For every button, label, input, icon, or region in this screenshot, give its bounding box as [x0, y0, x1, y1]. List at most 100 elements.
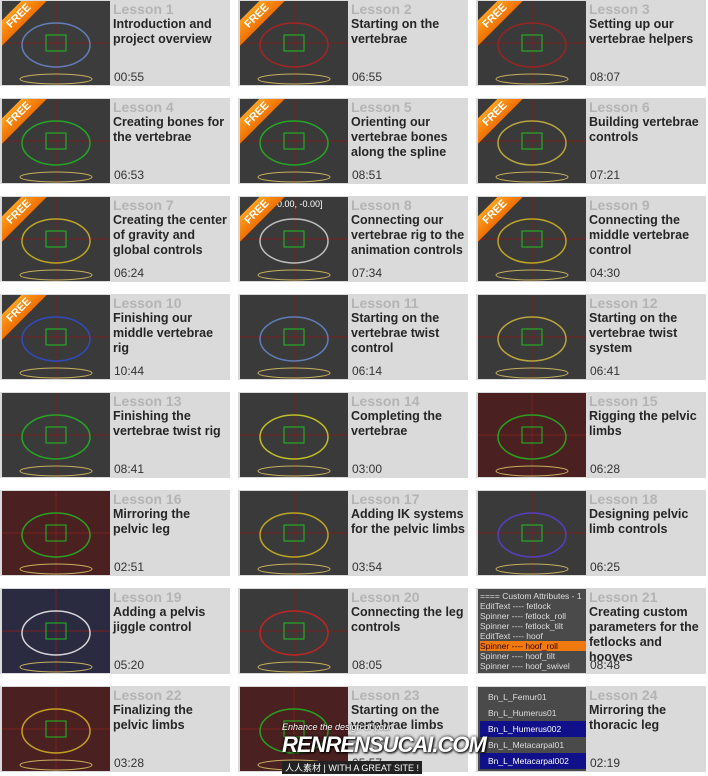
- lesson-title[interactable]: Building vertebrae controls: [589, 115, 704, 145]
- lesson-title[interactable]: Finalizing the pelvic limbs: [113, 703, 228, 733]
- lesson-card[interactable]: FREE Lesson 1 Introduction and project ove…: [0, 0, 230, 86]
- lesson-thumbnail[interactable]: [240, 393, 348, 477]
- lesson-card[interactable]: FREE Lesson 10 Finishing our middle verteb…: [0, 294, 230, 380]
- lesson-thumbnail[interactable]: FREE: [478, 1, 586, 85]
- lesson-card[interactable]: Lesson 17 Adding IK systems for the pelvi…: [238, 490, 468, 576]
- lesson-title[interactable]: Rigging the pelvic limbs: [589, 409, 704, 439]
- lesson-card[interactable]: FREE Lesson 7 Creating the center of gravi…: [0, 196, 230, 282]
- lesson-card[interactable]: Lesson 19 Adding a pelvis jiggle control 0…: [0, 588, 230, 674]
- thumbnail-list-item: ==== Custom Attributes - 1: [480, 591, 582, 601]
- lesson-title[interactable]: Adding IK systems for the pelvic limbs: [351, 507, 466, 537]
- lesson-number: Lesson 23: [351, 687, 420, 703]
- lesson-card[interactable]: FREE Lesson 6 Building vertebrae controls 0…: [476, 98, 706, 184]
- coordinate-readout: -0.00, -0.00]: [274, 199, 323, 209]
- viewport-wireframe: [478, 295, 586, 379]
- lesson-card[interactable]: FREE Lesson 5 Orienting our vertebrae bone…: [238, 98, 468, 184]
- lesson-title[interactable]: Designing pelvic limb controls: [589, 507, 704, 537]
- lesson-title[interactable]: Finishing our middle vertebrae rig: [113, 311, 228, 356]
- lesson-thumbnail[interactable]: FREE: [240, 1, 348, 85]
- lesson-thumbnail[interactable]: FREE: [2, 99, 110, 183]
- lesson-duration: 04:30: [590, 266, 621, 280]
- lesson-number: Lesson 20: [351, 589, 420, 605]
- watermark-tagline: Enhance the design of your: [282, 722, 392, 732]
- lesson-thumbnail[interactable]: FREE: [2, 295, 110, 379]
- thumbnail-list-item: Bn_L_Femur01: [488, 692, 547, 702]
- lesson-thumbnail[interactable]: FREE: [240, 99, 348, 183]
- lesson-thumbnail[interactable]: [478, 295, 586, 379]
- lesson-number: Lesson 21: [589, 589, 658, 605]
- lesson-title[interactable]: Creating bones for the vertebrae: [113, 115, 228, 145]
- lesson-title[interactable]: Introduction and project overview: [113, 17, 228, 47]
- lesson-duration: 06:24: [114, 266, 145, 280]
- lesson-thumbnail[interactable]: [240, 491, 348, 575]
- lesson-title[interactable]: Setting up our vertebrae helpers: [589, 17, 704, 47]
- lesson-duration: 06:14: [352, 364, 383, 378]
- lesson-card[interactable]: FREE Lesson 9 Connecting the middle verteb…: [476, 196, 706, 282]
- lesson-card[interactable]: FREE Lesson 3 Setting up our vertebrae hel…: [476, 0, 706, 86]
- lesson-thumbnail[interactable]: FREE: [478, 99, 586, 183]
- lesson-card[interactable]: Lesson 14 Completing the vertebrae 03:00: [238, 392, 468, 478]
- lesson-card[interactable]: Lesson 15 Rigging the pelvic limbs 06:28: [476, 392, 706, 478]
- lesson-duration: 03:54: [352, 560, 383, 574]
- lesson-thumbnail[interactable]: [478, 393, 586, 477]
- lesson-thumbnail[interactable]: -0.00, -0.00] FREE: [240, 197, 348, 281]
- lesson-card[interactable]: -0.00, -0.00] FREE Lesson 8 Connecting our …: [238, 196, 468, 282]
- viewport-wireframe: [478, 491, 586, 575]
- lesson-title[interactable]: Connecting the middle vertebrae control: [589, 213, 704, 258]
- viewport-wireframe: [240, 589, 348, 673]
- lesson-card[interactable]: Lesson 18 Designing pelvic limb controls 0…: [476, 490, 706, 576]
- lesson-card[interactable]: Lesson 11 Starting on the vertebrae twist…: [238, 294, 468, 380]
- lesson-thumbnail[interactable]: FREE: [478, 197, 586, 281]
- lesson-title[interactable]: Mirroring the pelvic leg: [113, 507, 228, 537]
- lesson-thumbnail[interactable]: [478, 491, 586, 575]
- lesson-title[interactable]: Creating the center of gravity and globa…: [113, 213, 228, 258]
- lesson-card[interactable]: Lesson 13 Finishing the vertebrae twist r…: [0, 392, 230, 478]
- viewport-wireframe: [2, 589, 110, 673]
- lesson-card[interactable]: FREE Lesson 2 Starting on the vertebrae 06:…: [238, 0, 468, 86]
- lesson-thumbnail[interactable]: [240, 589, 348, 673]
- lesson-thumbnail[interactable]: Bn_L_Femur01 Bn_L_Humerus01 Bn_L_Humerus00…: [478, 687, 586, 771]
- lesson-duration: 08:05: [352, 658, 383, 672]
- lesson-title[interactable]: Creating custom parameters for the fetlo…: [589, 605, 704, 665]
- lesson-duration: 03:00: [352, 462, 383, 476]
- lesson-number: Lesson 7: [113, 197, 174, 213]
- lesson-thumbnail[interactable]: FREE: [2, 1, 110, 85]
- lesson-number: Lesson 6: [589, 99, 650, 115]
- lesson-title[interactable]: Connecting the leg controls: [351, 605, 466, 635]
- lesson-thumbnail[interactable]: [2, 393, 110, 477]
- lesson-title[interactable]: Adding a pelvis jiggle control: [113, 605, 228, 635]
- lesson-card[interactable]: Lesson 22 Finalizing the pelvic limbs 03:2…: [0, 686, 230, 772]
- lesson-card[interactable]: Bn_L_Femur01 Bn_L_Humerus01 Bn_L_Humerus00…: [476, 686, 706, 772]
- lesson-title[interactable]: Connecting our vertebrae rig to the anim…: [351, 213, 466, 258]
- lesson-number: Lesson 17: [351, 491, 420, 507]
- lesson-number: Lesson 12: [589, 295, 658, 311]
- lesson-duration: 10:44: [114, 364, 145, 378]
- lesson-thumbnail[interactable]: [2, 687, 110, 771]
- lesson-title[interactable]: Completing the vertebrae: [351, 409, 466, 439]
- lesson-number: Lesson 22: [113, 687, 182, 703]
- lesson-thumbnail[interactable]: [240, 295, 348, 379]
- lesson-title[interactable]: Starting on the vertebrae twist system: [589, 311, 704, 356]
- lesson-thumbnail[interactable]: [2, 589, 110, 673]
- thumbnail-list-item: Spinner ---- fetlock_roll: [480, 611, 566, 621]
- lesson-title[interactable]: Starting on the vertebrae twist control: [351, 311, 466, 356]
- lesson-title[interactable]: Orienting our vertebrae bones along the …: [351, 115, 466, 160]
- lesson-duration: 08:41: [114, 462, 145, 476]
- lesson-number: Lesson 16: [113, 491, 182, 507]
- lesson-card[interactable]: Lesson 20 Connecting the leg controls 08:0…: [238, 588, 468, 674]
- lesson-card[interactable]: ==== Custom Attributes - 1 EditText ---- …: [476, 588, 706, 674]
- lesson-thumbnail[interactable]: [2, 491, 110, 575]
- lesson-card[interactable]: Lesson 16 Mirroring the pelvic leg 02:51: [0, 490, 230, 576]
- lesson-card[interactable]: FREE Lesson 4 Creating bones for the verte…: [0, 98, 230, 184]
- lesson-thumbnail[interactable]: ==== Custom Attributes - 1 EditText ---- …: [478, 589, 586, 673]
- thumbnail-list-item: Spinner ---- hoof_tilt: [480, 651, 556, 661]
- lesson-title[interactable]: Starting on the vertebrae: [351, 17, 466, 47]
- lesson-duration: 06:53: [114, 168, 145, 182]
- lesson-number: Lesson 14: [351, 393, 420, 409]
- lesson-thumbnail[interactable]: FREE: [2, 197, 110, 281]
- viewport-wireframe: [478, 393, 586, 477]
- lesson-card[interactable]: Lesson 12 Starting on the vertebrae twist…: [476, 294, 706, 380]
- lesson-title[interactable]: Mirroring the thoracic leg: [589, 703, 704, 733]
- lesson-duration: 06:41: [590, 364, 621, 378]
- lesson-title[interactable]: Finishing the vertebrae twist rig: [113, 409, 228, 439]
